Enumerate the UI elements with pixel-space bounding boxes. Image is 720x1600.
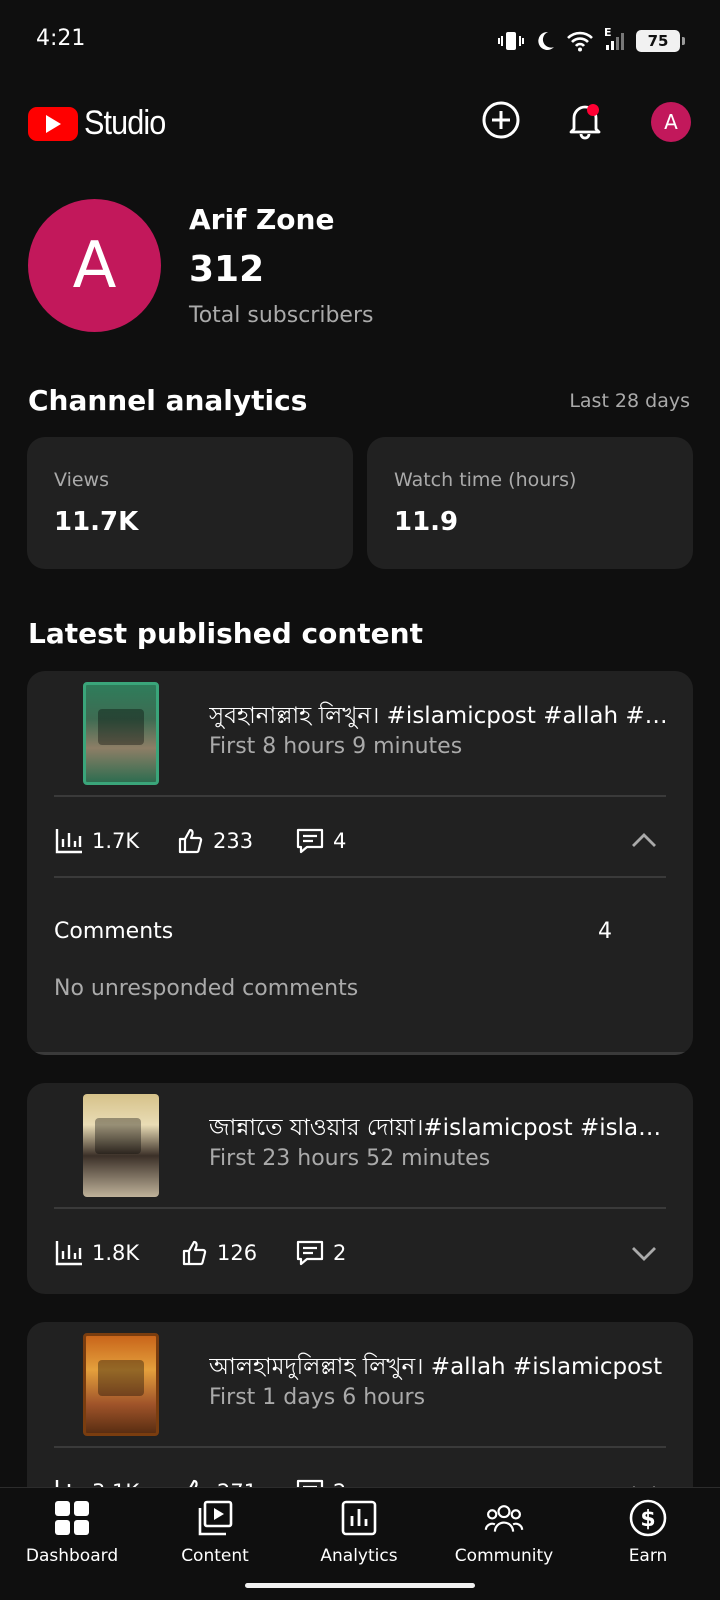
video-stats: 1.7K 233 4 <box>54 821 666 861</box>
dashboard-icon <box>52 1498 92 1538</box>
studio-logo[interactable]: Studio <box>28 104 174 143</box>
comments-count: 2 <box>333 1241 347 1265</box>
video-title: জান্নাতে যাওয়ার দোয়া।#islamicpost #isl… <box>209 1115 669 1141</box>
svg-text:$: $ <box>640 1507 655 1532</box>
channel-avatar[interactable]: A <box>28 199 161 332</box>
vibrate-icon <box>498 29 524 53</box>
channel-summary: A Arif Zone 312 Total subscribers <box>28 199 708 333</box>
video-thumbnail[interactable] <box>83 1094 159 1197</box>
video-time: First 23 hours 52 minutes <box>209 1146 491 1171</box>
comments-status: No unresponded comments <box>54 976 359 1001</box>
subscriber-count: 312 <box>189 249 265 290</box>
video-time: First 8 hours 9 minutes <box>209 734 463 759</box>
analytics-icon <box>339 1498 379 1538</box>
nav-label: Community <box>454 1546 554 1566</box>
comments-stat: 2 <box>295 1233 346 1273</box>
status-time: 4:21 <box>36 26 86 51</box>
moon-icon <box>534 30 556 52</box>
comments-total: 4 <box>598 919 612 944</box>
watch-time-value: 11.9 <box>394 507 459 537</box>
likes-stat: 233 <box>177 821 253 861</box>
analytics-range: Last 28 days <box>569 390 690 412</box>
expand-button[interactable] <box>630 1239 658 1267</box>
video-stats: 1.8K 126 2 <box>54 1233 666 1273</box>
content-card[interactable]: সুবহানাল্লাহ লিখুন। #islamicpost #allah … <box>27 671 693 1055</box>
thumbnail-image <box>95 1118 141 1154</box>
nav-label: Analytics <box>320 1546 398 1566</box>
chevron-down-icon <box>630 1247 658 1271</box>
notifications-button[interactable] <box>561 98 609 146</box>
nav-analytics[interactable]: Analytics <box>289 1498 429 1578</box>
create-button[interactable] <box>477 98 525 146</box>
views-label: Views <box>54 469 109 491</box>
subscriber-label: Total subscribers <box>189 303 374 328</box>
create-icon <box>481 100 521 144</box>
divider <box>54 876 666 878</box>
thumbnail-image <box>98 709 144 745</box>
bar-chart-icon <box>54 827 84 855</box>
content-icon <box>195 1498 235 1538</box>
analytics-title: Channel analytics <box>28 384 308 417</box>
divider <box>27 1052 693 1055</box>
nav-label: Dashboard <box>25 1546 119 1566</box>
video-thumbnail[interactable] <box>83 1333 159 1436</box>
views-value: 11.7K <box>54 507 139 537</box>
nav-content[interactable]: Content <box>145 1498 285 1578</box>
comments-count: 4 <box>333 829 347 853</box>
watch-time-card[interactable]: Watch time (hours) 11.9 <box>367 437 693 569</box>
home-indicator[interactable] <box>245 1583 475 1588</box>
community-icon <box>484 1498 524 1538</box>
nav-community[interactable]: Community <box>434 1498 574 1578</box>
views-count: 1.8K <box>92 1241 140 1265</box>
channel-name: Arif Zone <box>189 203 335 236</box>
thumbs-up-icon <box>181 1239 209 1267</box>
thumbnail-image <box>98 1360 144 1396</box>
comment-icon <box>295 827 325 855</box>
watch-time-label: Watch time (hours) <box>394 469 577 491</box>
battery-icon: 75 <box>636 30 685 52</box>
network-type: E <box>604 26 612 39</box>
views-card[interactable]: Views 11.7K <box>27 437 353 569</box>
views-stat: 1.7K <box>54 821 139 861</box>
chevron-up-icon <box>630 833 658 859</box>
earn-icon: $ <box>628 1498 668 1538</box>
status-bar: 4:21 E 75 <box>0 0 720 84</box>
likes-stat: 126 <box>181 1233 257 1273</box>
video-title: সুবহানাল্লাহ লিখুন। #islamicpost #allah … <box>209 703 669 729</box>
account-avatar[interactable]: A <box>651 102 691 142</box>
app-name: Studio <box>84 104 166 142</box>
latest-content-title: Latest published content <box>28 617 423 650</box>
divider <box>54 795 666 797</box>
app-header: Studio A <box>0 90 720 154</box>
status-icons: E 75 <box>498 26 685 56</box>
likes-count: 126 <box>217 1241 258 1265</box>
views-count: 1.7K <box>92 829 140 853</box>
notification-dot <box>587 104 599 116</box>
content-card[interactable]: জান্নাতে যাওয়ার দোয়া।#islamicpost #isl… <box>27 1083 693 1294</box>
nav-earn[interactable]: $ Earn <box>578 1498 718 1578</box>
divider <box>54 1207 666 1209</box>
collapse-button[interactable] <box>630 827 658 855</box>
nav-label: Earn <box>628 1546 668 1566</box>
views-stat: 1.8K <box>54 1233 139 1273</box>
divider <box>54 1446 666 1448</box>
comment-icon <box>295 1239 325 1267</box>
video-title: আলহামদুলিল্লাহ লিখুন। #allah #islamicpos… <box>209 1354 663 1380</box>
video-time: First 1 days 6 hours <box>209 1385 426 1410</box>
bar-chart-icon <box>54 1239 84 1267</box>
thumbs-up-icon <box>177 827 205 855</box>
youtube-logo-icon <box>28 106 78 141</box>
likes-count: 233 <box>213 829 254 853</box>
signal-icon: E <box>604 26 626 52</box>
wifi-icon <box>566 30 594 52</box>
comments-label: Comments <box>54 919 174 944</box>
comments-stat: 4 <box>295 821 346 861</box>
nav-label: Content <box>181 1546 249 1566</box>
video-thumbnail[interactable] <box>83 682 159 785</box>
nav-dashboard[interactable]: Dashboard <box>2 1498 142 1578</box>
